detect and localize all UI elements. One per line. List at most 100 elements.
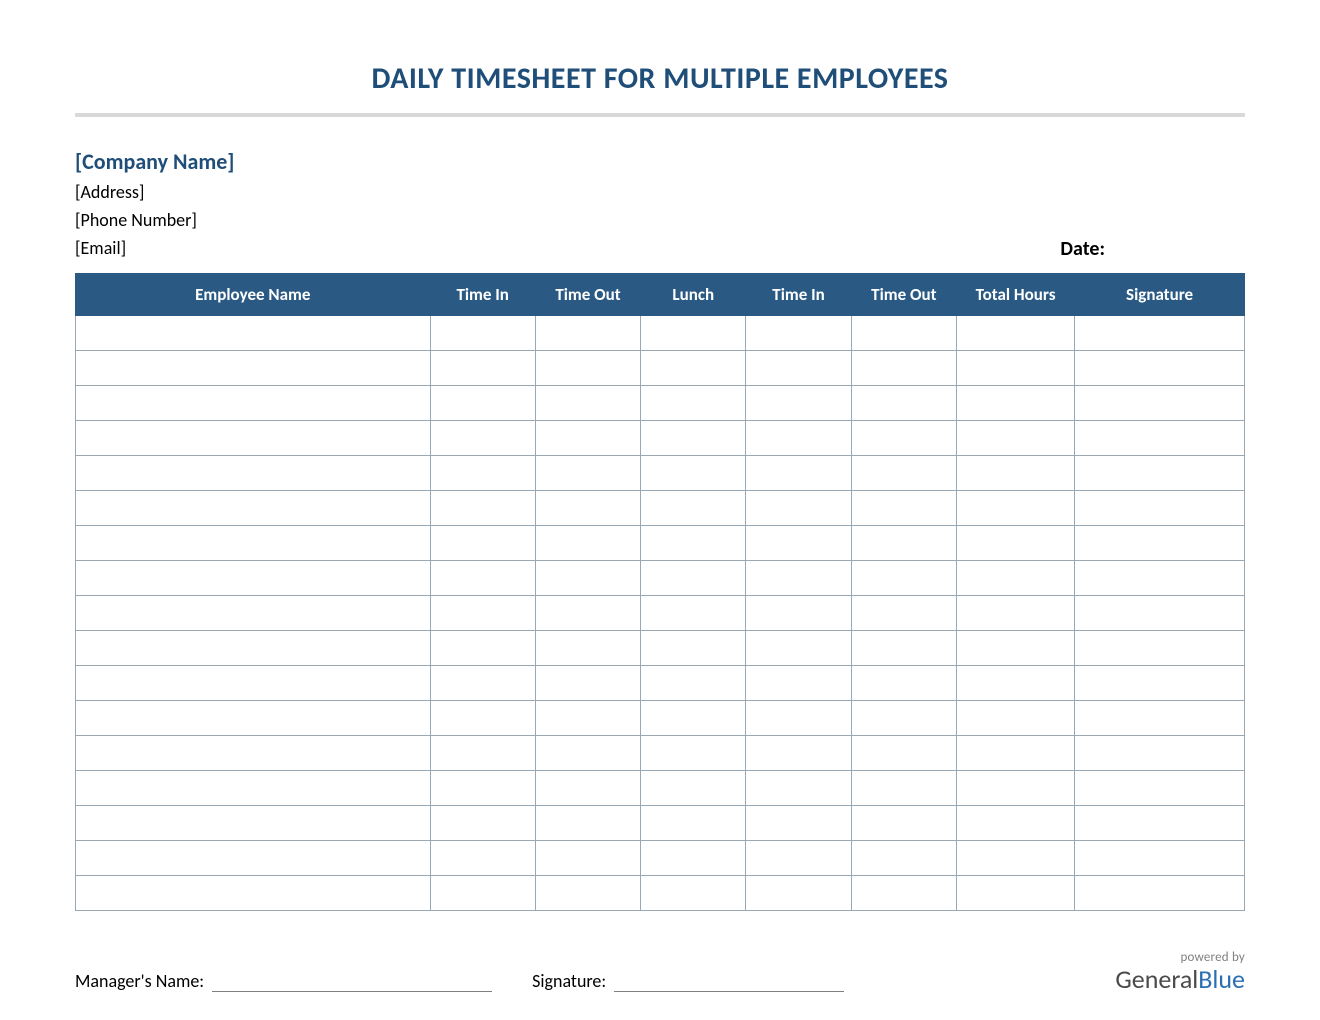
table-cell	[851, 420, 956, 455]
table-cell	[76, 560, 431, 595]
table-cell	[851, 560, 956, 595]
table-cell	[746, 630, 851, 665]
table-row	[76, 490, 1245, 525]
table-row	[76, 840, 1245, 875]
table-cell	[851, 525, 956, 560]
table-cell	[641, 875, 746, 910]
table-cell	[851, 875, 956, 910]
table-cell	[746, 420, 851, 455]
signature-line	[614, 972, 844, 992]
table-cell	[746, 840, 851, 875]
table-row	[76, 630, 1245, 665]
table-cell	[746, 735, 851, 770]
table-cell	[1075, 420, 1245, 455]
footer: Manager's Name: Signature: powered by Ge…	[75, 951, 1245, 992]
col-total-hours: Total Hours	[956, 273, 1074, 315]
table-cell	[76, 805, 431, 840]
company-info: [Company Name] [Address] [Phone Number] …	[75, 145, 234, 263]
table-cell	[956, 875, 1074, 910]
table-cell	[746, 595, 851, 630]
table-cell	[76, 770, 431, 805]
table-cell	[535, 840, 640, 875]
table-row	[76, 350, 1245, 385]
table-cell	[851, 735, 956, 770]
table-cell	[641, 770, 746, 805]
table-cell	[76, 840, 431, 875]
branding: powered by GeneralBlue	[1115, 951, 1245, 992]
table-cell	[956, 735, 1074, 770]
table-row	[76, 665, 1245, 700]
table-cell	[1075, 525, 1245, 560]
table-cell	[851, 840, 956, 875]
table-cell	[1075, 385, 1245, 420]
table-cell	[746, 770, 851, 805]
table-row	[76, 315, 1245, 350]
table-cell	[1075, 315, 1245, 350]
table-cell	[956, 665, 1074, 700]
table-cell	[641, 805, 746, 840]
table-cell	[851, 490, 956, 525]
table-cell	[956, 525, 1074, 560]
table-cell	[535, 420, 640, 455]
table-cell	[430, 490, 535, 525]
date-label: Date:	[1060, 237, 1245, 263]
table-cell	[746, 665, 851, 700]
table-cell	[746, 525, 851, 560]
table-row	[76, 595, 1245, 630]
table-cell	[76, 700, 431, 735]
table-cell	[535, 700, 640, 735]
table-cell	[535, 560, 640, 595]
table-cell	[1075, 560, 1245, 595]
col-time-out-2: Time Out	[851, 273, 956, 315]
table-cell	[535, 595, 640, 630]
document-title: DAILY TIMESHEET FOR MULTIPLE EMPLOYEES	[75, 60, 1245, 97]
table-cell	[430, 385, 535, 420]
table-cell	[535, 805, 640, 840]
brand-part2: Blue	[1198, 963, 1245, 995]
table-cell	[956, 350, 1074, 385]
table-cell	[641, 385, 746, 420]
table-cell	[76, 525, 431, 560]
manager-field: Manager's Name:	[75, 970, 492, 992]
company-phone: [Phone Number]	[75, 207, 234, 235]
table-row	[76, 385, 1245, 420]
table-cell	[851, 770, 956, 805]
table-cell	[956, 805, 1074, 840]
table-cell	[1075, 455, 1245, 490]
signature-label: Signature:	[532, 970, 606, 992]
table-cell	[1075, 665, 1245, 700]
table-cell	[1075, 350, 1245, 385]
table-row	[76, 805, 1245, 840]
table-cell	[430, 875, 535, 910]
table-cell	[851, 700, 956, 735]
table-cell	[76, 630, 431, 665]
table-cell	[641, 630, 746, 665]
table-cell	[76, 595, 431, 630]
table-cell	[641, 490, 746, 525]
table-cell	[430, 560, 535, 595]
table-cell	[956, 455, 1074, 490]
table-cell	[1075, 595, 1245, 630]
table-row	[76, 420, 1245, 455]
table-cell	[430, 700, 535, 735]
table-cell	[641, 840, 746, 875]
table-cell	[430, 735, 535, 770]
manager-line	[212, 972, 492, 992]
table-cell	[641, 455, 746, 490]
table-cell	[956, 420, 1074, 455]
table-cell	[535, 385, 640, 420]
table-row	[76, 560, 1245, 595]
table-cell	[430, 665, 535, 700]
table-cell	[851, 350, 956, 385]
table-row	[76, 455, 1245, 490]
table-cell	[641, 560, 746, 595]
table-cell	[1075, 875, 1245, 910]
table-cell	[1075, 840, 1245, 875]
divider	[75, 113, 1245, 117]
company-address: [Address]	[75, 179, 234, 207]
table-cell	[535, 455, 640, 490]
table-cell	[956, 560, 1074, 595]
table-cell	[430, 525, 535, 560]
table-cell	[641, 315, 746, 350]
signature-field: Signature:	[532, 970, 844, 992]
